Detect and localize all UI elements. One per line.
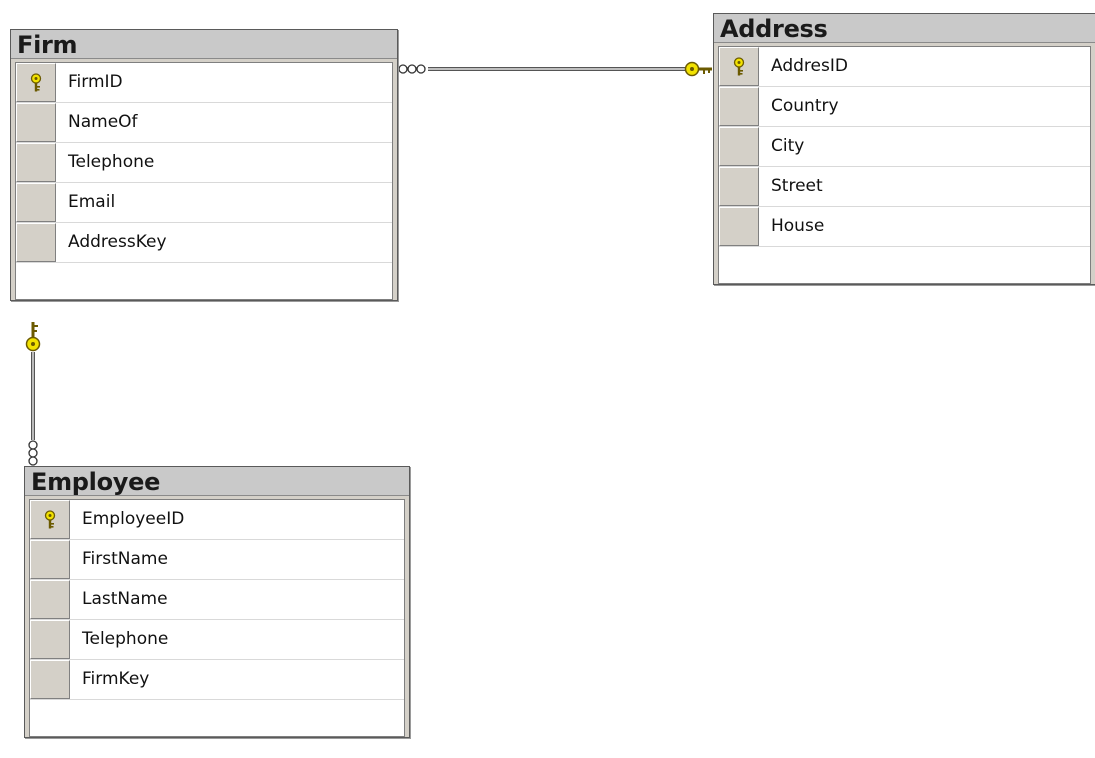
column-row[interactable]: City [719,127,1090,167]
column-name: FirmKey [82,669,150,689]
firm-table[interactable]: Firm FirmID NameOf Telephone Email Addre… [10,29,398,301]
empty-row [16,263,392,299]
column-name: LastName [82,589,168,609]
column-name: Country [771,96,839,116]
row-selector[interactable] [16,183,56,222]
one-end-key-icon [684,61,712,77]
column-name: Telephone [68,152,155,172]
table-title[interactable]: Address [714,14,1095,43]
column-row[interactable]: LastName [30,580,404,620]
column-name: NameOf [68,112,138,132]
column-row[interactable]: AddresID [719,47,1090,87]
column-name: Email [68,192,116,212]
column-list: FirmID NameOf Telephone Email AddressKey [15,62,393,300]
column-name: AddressKey [68,232,167,252]
column-name: House [771,216,825,236]
row-selector[interactable] [16,103,56,142]
empty-row [30,700,404,736]
column-row[interactable]: House [719,207,1090,247]
one-end-key-icon [25,322,41,352]
row-selector[interactable] [719,87,759,126]
column-name: FirmID [68,72,123,92]
row-selector[interactable] [30,500,70,539]
relationship-employee-firm[interactable] [25,322,41,466]
column-row[interactable]: Street [719,167,1090,207]
column-row[interactable]: AddressKey [16,223,392,263]
column-row[interactable]: Email [16,183,392,223]
column-row[interactable]: NameOf [16,103,392,143]
column-list: AddresID Country City Street House [718,46,1091,284]
row-selector[interactable] [719,167,759,206]
column-row[interactable]: FirmKey [30,660,404,700]
address-table[interactable]: Address AddresID Country City Street Hou… [713,13,1095,285]
column-name: EmployeeID [82,509,185,529]
many-end-icon [28,440,38,466]
column-row[interactable]: Country [719,87,1090,127]
many-end-icon [398,64,426,74]
column-name: Telephone [82,629,169,649]
row-selector[interactable] [16,223,56,262]
column-name: City [771,136,805,156]
column-row[interactable]: EmployeeID [30,500,404,540]
column-name: FirstName [82,549,168,569]
column-row[interactable]: Telephone [16,143,392,183]
table-title[interactable]: Employee [25,467,409,496]
column-row[interactable]: Telephone [30,620,404,660]
column-row[interactable]: FirstName [30,540,404,580]
row-selector[interactable] [30,660,70,699]
employee-table[interactable]: Employee EmployeeID FirstName LastName T… [24,466,410,738]
relationship-firm-address[interactable] [398,61,712,77]
primary-key-icon [44,509,56,528]
column-list: EmployeeID FirstName LastName Telephone … [29,499,405,737]
row-selector[interactable] [16,63,56,102]
row-selector[interactable] [30,540,70,579]
empty-row [719,247,1090,283]
row-selector[interactable] [719,207,759,246]
row-selector[interactable] [30,620,70,659]
row-selector[interactable] [719,127,759,166]
table-title[interactable]: Firm [11,30,397,59]
primary-key-icon [30,72,42,91]
row-selector[interactable] [719,47,759,86]
column-row[interactable]: FirmID [16,63,392,103]
column-name: AddresID [771,56,848,76]
primary-key-icon [733,56,745,75]
column-name: Street [771,176,823,196]
row-selector[interactable] [16,143,56,182]
row-selector[interactable] [30,580,70,619]
